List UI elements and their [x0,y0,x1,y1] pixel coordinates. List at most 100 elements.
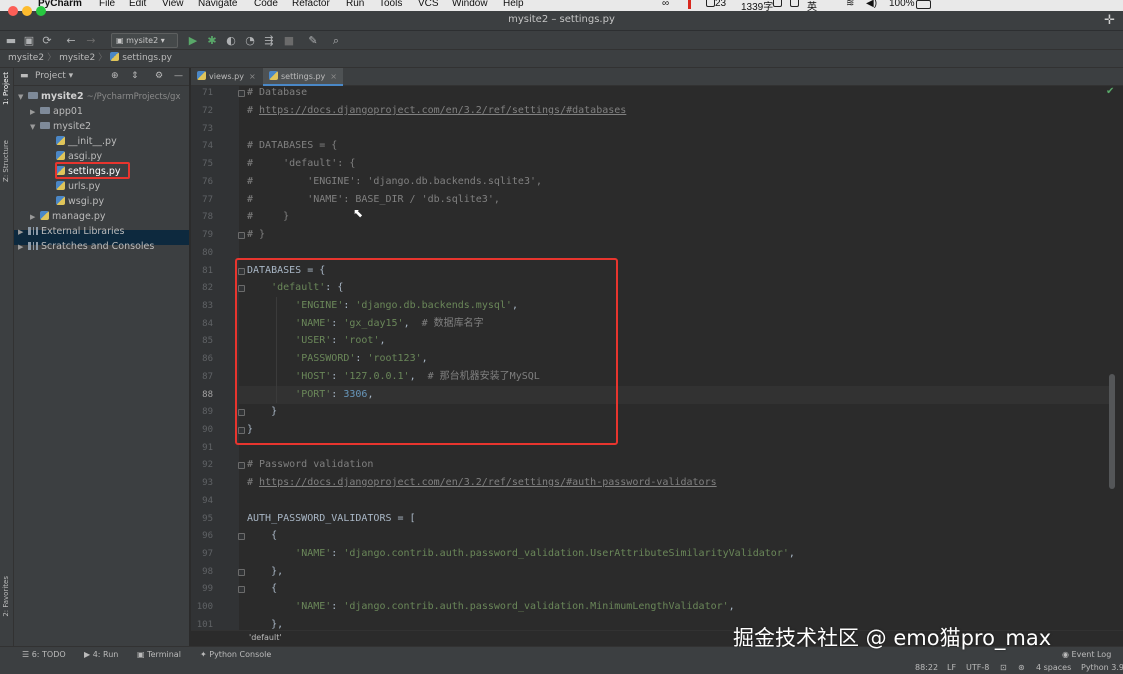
save-all-icon[interactable]: ▣ [22,33,36,48]
code-line[interactable]: 'NAME': 'django.contrib.auth.password_va… [247,598,735,616]
battery-icon[interactable] [916,0,931,11]
menu-view[interactable]: View [162,0,184,9]
todo-tab[interactable]: ☰ 6: TODO [22,650,66,659]
project-view-select[interactable]: Project ▾ [35,68,73,85]
menu-file[interactable]: File [99,0,115,9]
fold-marker-icon[interactable] [238,90,245,97]
breadcrumb-file[interactable]: settings.py [122,53,172,63]
event-log-tab[interactable]: ◉ Event Log [1062,650,1111,659]
wifi-icon[interactable]: ≋ [846,0,854,9]
tree-item-mysite2[interactable]: ▼ mysite2 [30,119,91,134]
concurrency-icon[interactable]: ⇶ [262,33,276,48]
code-line[interactable]: # https://docs.djangoproject.com/en/3.2/… [247,102,626,120]
fold-marker-icon[interactable] [238,533,245,540]
volume-icon[interactable]: ◀) [866,0,877,9]
menu-tools[interactable]: Tools [379,0,402,9]
indent-setting[interactable]: 4 spaces [1036,663,1071,672]
terminal-tab[interactable]: ▣ Terminal [137,650,181,659]
menu-window[interactable]: Window [452,0,488,9]
menu-refactor[interactable]: Refactor [292,0,330,9]
project-panel: ▬ Project ▾ ⊕ ⇕ ⚙ — ▼ mysite2 ~/PycharmPr… [14,68,190,646]
run-configuration-select[interactable]: ▣ mysite2 ▾ [111,33,178,48]
tree-item-manage-py[interactable]: ▶ manage.py [30,209,105,224]
line-number: 95 [202,514,213,524]
code-line[interactable]: # Database [247,84,307,102]
tree-item-init-py[interactable]: __init__.py [56,134,117,149]
editor-scrollbar[interactable] [1109,374,1115,489]
code-line[interactable]: { [247,527,277,545]
tree-item-mysite2-root[interactable]: ▼ mysite2 ~/PycharmProjects/gx [18,89,180,104]
breadcrumb-folder[interactable]: mysite2 [59,53,95,63]
code-line[interactable]: # DATABASES = { [247,137,337,155]
code-line[interactable]: 'NAME': 'django.contrib.auth.password_va… [247,545,795,563]
fold-marker-icon[interactable] [238,569,245,576]
line-number: 84 [202,319,213,329]
fold-marker-icon[interactable] [238,232,245,239]
close-tab-icon[interactable]: × [249,72,256,81]
tree-item-external-libraries[interactable]: ▶ External Libraries [18,224,124,239]
tab-structure[interactable]: Z: Structure [2,140,10,182]
tray-icon-2[interactable] [790,0,799,9]
profile-icon[interactable]: ◔ [243,33,257,48]
code-line[interactable]: { [247,580,277,598]
tree-item-app01[interactable]: ▶ app01 [30,104,83,119]
locate-file-icon[interactable]: ⊕ [111,68,119,85]
code-breadcrumb[interactable]: 'default' [249,633,282,642]
line-separator[interactable]: LF [947,663,956,672]
code-line[interactable]: # https://docs.djangoproject.com/en/3.2/… [247,474,717,492]
back-arrow-icon[interactable]: ← [64,33,78,48]
menu-vcs[interactable]: VCS [418,0,439,9]
search-icon[interactable]: ⌕ [329,33,343,48]
record-icon[interactable] [688,0,691,11]
gear-icon[interactable]: ⚙ [155,68,163,85]
caret-position[interactable]: 88:22 [915,663,938,672]
menu-edit[interactable]: Edit [129,0,146,9]
code-line[interactable]: # 'default': { [247,155,355,173]
fold-marker-icon[interactable] [238,462,245,469]
inspection-ok-icon[interactable]: ✔ [1106,86,1114,97]
fold-marker-icon[interactable] [238,586,245,593]
code-line[interactable]: # 'NAME': BASE_DIR / 'db.sqlite3', [247,191,500,209]
code-line[interactable]: }, [247,563,283,581]
menu-help[interactable]: Help [503,0,524,9]
databases-highlight-box [235,258,618,445]
sync-icon[interactable]: ⟳ [40,33,54,48]
code-line[interactable]: # } [247,208,289,226]
tab-project[interactable]: 1: Project [2,72,10,105]
python-interpreter[interactable]: Python 3.9 [1081,663,1123,672]
code-line[interactable]: # 'ENGINE': 'django.db.backends.sqlite3'… [247,173,542,191]
menu-code[interactable]: Code [254,0,278,9]
code-line[interactable]: # } [247,226,265,244]
tree-item-scratches[interactable]: ▶ Scratches and Consoles [18,239,154,254]
coverage-icon[interactable]: ◐ [224,33,238,48]
notification-badge[interactable]: 23 [706,0,726,9]
python-file-icon [269,71,278,80]
tab-favorites[interactable]: 2: Favorites [2,576,10,617]
collapse-all-icon[interactable]: ⇕ [131,68,139,85]
menu-run[interactable]: Run [346,0,364,9]
file-encoding[interactable]: UTF-8 [966,663,989,672]
tree-item-wsgi-py[interactable]: wsgi.py [56,194,104,209]
debug-icon[interactable]: ✱ [205,33,219,48]
lock-icon[interactable]: ⊡ [1000,663,1007,672]
word-counter[interactable]: 1339字 [741,0,773,11]
stop-icon[interactable]: ■ [282,33,296,48]
breadcrumb-project[interactable]: mysite2 [8,53,44,63]
git-icon[interactable]: ⊛ [1018,663,1025,672]
python-console-tab[interactable]: ✦ Python Console [200,650,271,659]
python-file-icon [56,151,65,160]
open-folder-icon[interactable]: ▬ [4,33,18,48]
run-tab[interactable]: ▶ 4: Run [84,650,118,659]
wrench-icon[interactable]: ✎ [306,33,320,48]
input-method-icon[interactable]: 英 [807,0,817,11]
tray-icon-1[interactable] [773,0,782,9]
glasses-icon[interactable]: ∞ [662,0,669,9]
tree-item-urls-py[interactable]: urls.py [56,179,100,194]
forward-arrow-icon[interactable]: → [84,33,98,48]
code-line[interactable]: AUTH_PASSWORD_VALIDATORS = [ [247,510,416,528]
hide-panel-icon[interactable]: — [174,68,183,85]
run-icon[interactable]: ▶ [186,33,200,48]
code-line[interactable]: # Password validation [247,456,373,474]
menu-navigate[interactable]: Navigate [198,0,237,9]
close-tab-icon[interactable]: × [330,72,337,81]
